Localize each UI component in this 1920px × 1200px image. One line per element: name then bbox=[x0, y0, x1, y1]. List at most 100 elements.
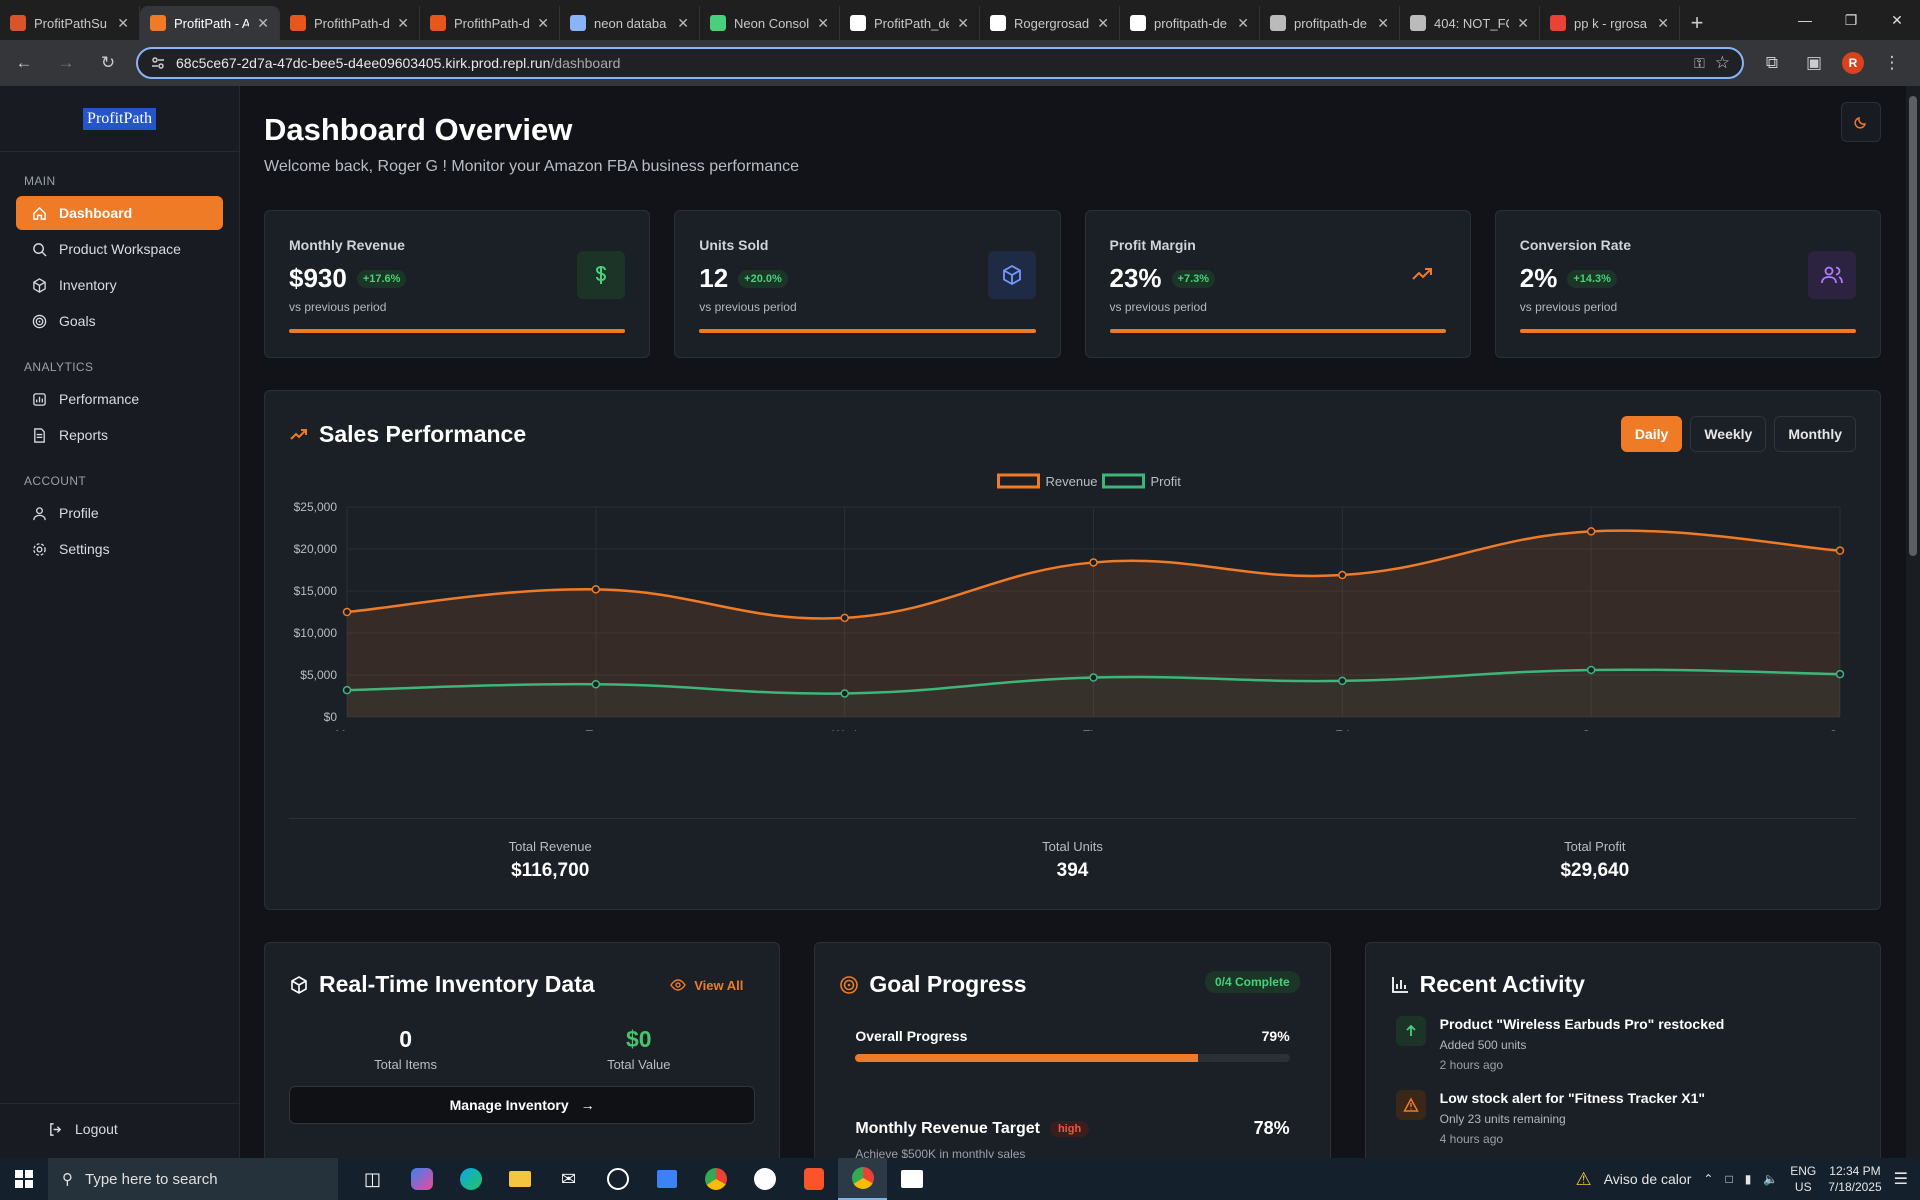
tab-close-icon[interactable]: ✕ bbox=[537, 15, 549, 32]
data-point-profit[interactable] bbox=[840, 689, 849, 698]
tab-close-icon[interactable]: ✕ bbox=[257, 15, 269, 32]
range-daily-button[interactable]: Daily bbox=[1620, 416, 1683, 452]
data-point-revenue[interactable] bbox=[342, 607, 352, 617]
tab-close-icon[interactable]: ✕ bbox=[677, 15, 689, 32]
taskbar-search[interactable]: ⚲ Type here to search bbox=[48, 1158, 338, 1200]
sidebar-item-performance[interactable]: Performance bbox=[16, 382, 223, 416]
chrome-profile-icon[interactable] bbox=[838, 1158, 887, 1200]
sidebar-item-inventory[interactable]: Inventory bbox=[16, 268, 223, 302]
page-scrollbar[interactable] bbox=[1906, 86, 1920, 1158]
data-point-revenue[interactable] bbox=[1089, 558, 1098, 567]
legend-item-revenue[interactable]: Revenue bbox=[997, 473, 1098, 489]
close-window-button[interactable]: ✕ bbox=[1874, 0, 1920, 40]
password-key-icon[interactable]: ⚿ bbox=[1694, 55, 1705, 72]
browser-tab[interactable]: ProfithPath-d ✕ bbox=[420, 6, 560, 40]
task-view-icon[interactable]: ◫ bbox=[348, 1158, 397, 1200]
address-input[interactable]: 68c5ce67-2d7a-47dc-bee5-d4ee09603405.kir… bbox=[136, 47, 1744, 79]
tray-chevron-icon[interactable]: ⌃ bbox=[1703, 1172, 1713, 1186]
theme-toggle-button[interactable] bbox=[1841, 102, 1881, 142]
browser-tab[interactable]: ProfitPathSu ✕ bbox=[0, 6, 140, 40]
scrollbar-thumb[interactable] bbox=[1909, 96, 1917, 556]
reload-button[interactable]: ↻ bbox=[94, 49, 122, 77]
weather-text[interactable]: Aviso de calor bbox=[1604, 1171, 1692, 1187]
data-point-revenue[interactable] bbox=[1835, 546, 1845, 555]
tab-close-icon[interactable]: ✕ bbox=[957, 15, 969, 32]
dell-icon[interactable] bbox=[593, 1158, 642, 1200]
weather-warning-icon[interactable]: ⚠ bbox=[1576, 1169, 1592, 1190]
browser-tab[interactable]: Rogergrosad ✕ bbox=[980, 6, 1120, 40]
extensions-icon[interactable]: ⧉ bbox=[1758, 49, 1786, 77]
mail-icon[interactable]: ✉ bbox=[544, 1158, 593, 1200]
data-point-revenue[interactable] bbox=[591, 585, 601, 594]
profile-avatar[interactable]: R bbox=[1842, 52, 1864, 74]
side-panel-icon[interactable]: ▣ bbox=[1800, 49, 1828, 77]
range-weekly-button[interactable]: Weekly bbox=[1690, 416, 1767, 452]
data-point-profit[interactable] bbox=[1089, 673, 1098, 682]
data-point-profit[interactable] bbox=[591, 679, 601, 689]
data-point-revenue[interactable] bbox=[1586, 527, 1596, 536]
tab-close-icon[interactable]: ✕ bbox=[1657, 15, 1669, 32]
browser-menu-icon[interactable]: ⋮ bbox=[1878, 49, 1906, 77]
github-icon[interactable] bbox=[740, 1158, 789, 1200]
tab-close-icon[interactable]: ✕ bbox=[817, 15, 829, 32]
start-button[interactable] bbox=[0, 1158, 48, 1200]
data-point-profit[interactable] bbox=[342, 685, 352, 695]
meet-icon[interactable]: □ bbox=[1725, 1172, 1732, 1186]
photos-icon[interactable] bbox=[887, 1158, 936, 1200]
sidebar-divider bbox=[0, 1103, 240, 1104]
tab-close-icon[interactable]: ✕ bbox=[1237, 15, 1249, 32]
sidebar-item-product-workspace[interactable]: Product Workspace bbox=[16, 232, 223, 266]
tab-close-icon[interactable]: ✕ bbox=[1097, 15, 1109, 32]
sidebar-item-reports[interactable]: Reports bbox=[16, 418, 223, 452]
data-point-revenue[interactable] bbox=[1338, 570, 1347, 580]
sidebar-item-profile[interactable]: Profile bbox=[16, 496, 223, 530]
goal-item[interactable]: Monthly Revenue Target high 78% bbox=[839, 1118, 1305, 1139]
legend-item-profit[interactable]: Profit bbox=[1102, 473, 1182, 489]
range-monthly-button[interactable]: Monthly bbox=[1774, 416, 1856, 452]
back-button[interactable]: ← bbox=[10, 49, 38, 77]
bookmark-star-icon[interactable]: ☆ bbox=[1715, 53, 1730, 73]
notifications-icon[interactable]: ☰ bbox=[1894, 1169, 1908, 1189]
browser-tab[interactable]: 404: NOT_FO ✕ bbox=[1400, 6, 1540, 40]
sidebar-item-settings[interactable]: Settings bbox=[16, 532, 223, 566]
activity-item[interactable]: Product "Wireless Earbuds Pro" restocked… bbox=[1390, 1016, 1856, 1072]
tab-close-icon[interactable]: ✕ bbox=[117, 15, 129, 32]
view-all-link[interactable]: View All bbox=[670, 977, 743, 993]
browser-tab[interactable]: ProfitPath_de ✕ bbox=[840, 6, 980, 40]
data-point-profit[interactable] bbox=[1835, 669, 1845, 679]
logout-button[interactable]: Logout bbox=[32, 1112, 240, 1146]
browser-tab[interactable]: ProfithPath-d ✕ bbox=[280, 6, 420, 40]
site-info-icon[interactable] bbox=[150, 55, 166, 71]
battery-icon[interactable]: ▮ bbox=[1745, 1172, 1752, 1186]
minimize-button[interactable]: — bbox=[1782, 0, 1828, 40]
browser-tab[interactable]: Neon Consol ✕ bbox=[700, 6, 840, 40]
restore-button[interactable]: ❐ bbox=[1828, 0, 1874, 40]
manage-inventory-button[interactable]: Manage Inventory → bbox=[289, 1086, 756, 1124]
copilot-icon[interactable] bbox=[397, 1158, 446, 1200]
data-point-profit[interactable] bbox=[1586, 665, 1596, 675]
logo[interactable]: ProfitPath bbox=[0, 86, 239, 152]
data-point-revenue[interactable] bbox=[840, 613, 849, 623]
chrome-icon[interactable] bbox=[691, 1158, 740, 1200]
language-indicator[interactable]: ENG US bbox=[1790, 1163, 1816, 1195]
brave-icon[interactable] bbox=[789, 1158, 838, 1200]
store-icon[interactable] bbox=[642, 1158, 691, 1200]
clock[interactable]: 12:34 PM 7/18/2025 bbox=[1828, 1163, 1881, 1195]
edge-browser-icon[interactable] bbox=[446, 1158, 495, 1200]
browser-tab[interactable]: profitpath-de ✕ bbox=[1120, 6, 1260, 40]
volume-icon[interactable]: 🔈 bbox=[1763, 1172, 1778, 1186]
tab-close-icon[interactable]: ✕ bbox=[1377, 15, 1389, 32]
browser-tab[interactable]: pp k - rgrosa ✕ bbox=[1540, 6, 1680, 40]
file-explorer-icon[interactable] bbox=[495, 1158, 544, 1200]
forward-button[interactable]: → bbox=[52, 49, 80, 77]
browser-tab[interactable]: profitpath-de ✕ bbox=[1260, 6, 1400, 40]
sidebar-item-dashboard[interactable]: Dashboard bbox=[16, 196, 223, 230]
data-point-profit[interactable] bbox=[1338, 676, 1347, 686]
tab-close-icon[interactable]: ✕ bbox=[1517, 15, 1529, 32]
browser-tab[interactable]: neon databa ✕ bbox=[560, 6, 700, 40]
tab-close-icon[interactable]: ✕ bbox=[397, 15, 409, 32]
browser-tab[interactable]: ProfitPath - A ✕ bbox=[140, 6, 280, 40]
activity-item[interactable]: Low stock alert for "Fitness Tracker X1"… bbox=[1390, 1090, 1856, 1146]
sidebar-item-goals[interactable]: Goals bbox=[16, 304, 223, 338]
new-tab-button[interactable]: + bbox=[1680, 6, 1714, 40]
